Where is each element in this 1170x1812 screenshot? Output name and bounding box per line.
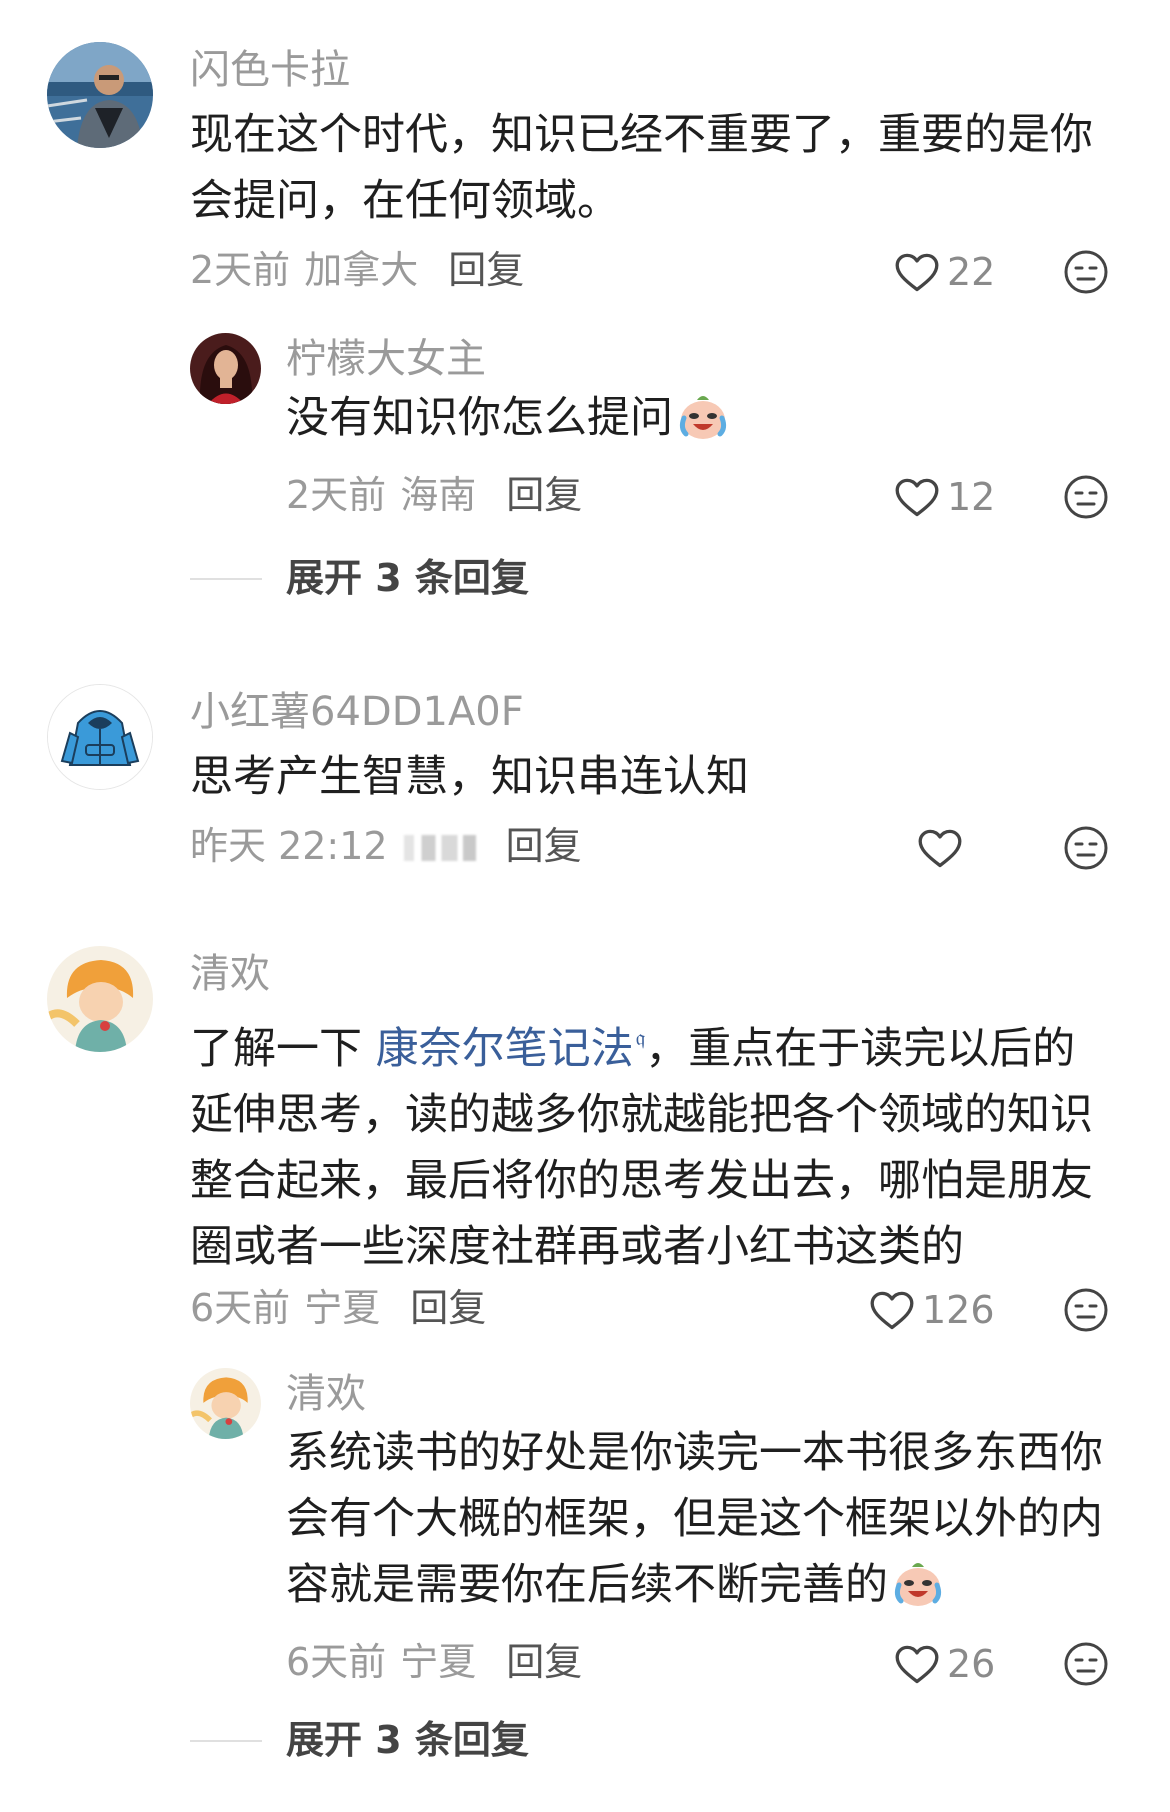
- heart-icon: [895, 478, 939, 518]
- comment-line: 会有个大概的框架，但是这个框架以外的内: [286, 1494, 1103, 1544]
- little-prince-avatar[interactable]: [190, 1368, 261, 1439]
- heart-icon: [870, 1291, 914, 1331]
- comment-line: ，重点在于读完以后的: [645, 1024, 1076, 1074]
- dislike-face-icon[interactable]: [1062, 824, 1110, 872]
- like-button[interactable]: 12: [895, 473, 995, 521]
- comment-location: 宁夏: [304, 1286, 381, 1330]
- divider: [190, 1740, 262, 1742]
- hoodie-avatar-icon[interactable]: [47, 684, 153, 790]
- commenter-name[interactable]: 小红薯64DD1A0F: [190, 688, 524, 736]
- comment-time: 6天前: [286, 1640, 387, 1684]
- comment-location: 海南: [400, 473, 477, 517]
- dislike-face-icon[interactable]: [1062, 473, 1110, 521]
- like-count: 12: [947, 475, 996, 519]
- comment-location: 宁夏: [400, 1640, 477, 1684]
- reply-button[interactable]: 回复: [448, 248, 524, 292]
- dislike-face-icon[interactable]: [1062, 1640, 1110, 1688]
- like-count: 126: [922, 1288, 995, 1332]
- comment-time: 2天前: [190, 248, 291, 292]
- comment-line: 延伸思考，读的越多你就越能把各个领域的知识: [190, 1090, 1093, 1140]
- comment-time: 6天前: [190, 1286, 291, 1330]
- comment-line: 没有知识你怎么提问: [286, 393, 673, 443]
- comment-time: 2天前: [286, 473, 387, 517]
- reply-button[interactable]: 回复: [506, 473, 582, 517]
- crying-laugh-emoji-icon: [892, 1557, 944, 1609]
- user-photo-avatar[interactable]: [47, 42, 153, 148]
- comment-text: 系统读书的好处是你读完一本书很多东西你 会有个大概的框架，但是这个框架以外的内 …: [286, 1420, 1103, 1618]
- comment-line: 容就是需要你在后续不断完善的: [286, 1560, 888, 1610]
- expand-replies-button[interactable]: 展开 3 条回复: [190, 1716, 790, 1764]
- dislike-face-icon[interactable]: [1062, 248, 1110, 296]
- comment-location: 加拿大: [304, 248, 419, 292]
- commenter-name[interactable]: 柠檬大女主: [286, 335, 486, 383]
- comment-text: 了解一下 康奈尔笔记法𝔮，重点在于读完以后的 延伸思考，读的越多你就越能把各个领…: [190, 1006, 1093, 1280]
- topic-link[interactable]: 康奈尔笔记法: [376, 1024, 634, 1074]
- comment-meta: 6天前 宁夏 回复: [286, 1638, 582, 1686]
- like-count: 22: [947, 250, 996, 294]
- heart-icon: [895, 1645, 939, 1685]
- comment-text: 思考产生智慧，知识串连认知: [190, 744, 749, 810]
- reply-button[interactable]: 回复: [506, 1640, 582, 1684]
- like-button[interactable]: [918, 824, 970, 872]
- like-count: 26: [947, 1642, 996, 1686]
- comment-line: 思考产生智慧，知识串连认知: [190, 752, 749, 802]
- commenter-name[interactable]: 闪色卡拉: [190, 46, 350, 94]
- like-button[interactable]: 126: [870, 1286, 995, 1334]
- comment-thread: 闪色卡拉 现在这个时代，知识已经不重要了，重要的是你 会提问，在任何领域。 2天…: [0, 0, 1170, 1812]
- heart-icon: [895, 253, 939, 293]
- reply-button[interactable]: 回复: [506, 824, 582, 868]
- comment-line: 现在这个时代，知识已经不重要了，重要的是你: [190, 110, 1093, 160]
- blurred-location: [403, 835, 476, 861]
- comment-line: 整合起来，最后将你的思考发出去，哪怕是朋友: [190, 1156, 1093, 1206]
- comment-meta: 昨天 22:12 回复: [190, 822, 582, 870]
- user-photo-avatar[interactable]: [190, 333, 261, 404]
- dislike-face-icon[interactable]: [1062, 1286, 1110, 1334]
- commenter-name[interactable]: 清欢: [190, 950, 270, 998]
- expand-replies-button[interactable]: 展开 3 条回复: [190, 554, 790, 602]
- comment-text: 没有知识你怎么提问: [286, 385, 729, 451]
- comment-text: 现在这个时代，知识已经不重要了，重要的是你 会提问，在任何领域。: [190, 102, 1093, 234]
- heart-icon: [918, 829, 962, 869]
- like-button[interactable]: 22: [895, 248, 995, 296]
- like-button[interactable]: 26: [895, 1640, 995, 1688]
- expand-replies-label: 展开 3 条回复: [286, 556, 529, 600]
- comment-line: 圈或者一些深度社群再或者小红书这类的: [190, 1222, 964, 1272]
- little-prince-avatar[interactable]: [47, 946, 153, 1052]
- comment-meta: 2天前 海南 回复: [286, 471, 582, 519]
- comment-line: 系统读书的好处是你读完一本书很多东西你: [286, 1428, 1103, 1478]
- comment-line: 会提问，在任何领域。: [190, 176, 620, 226]
- divider: [190, 578, 262, 580]
- comment-meta: 2天前 加拿大 回复: [190, 246, 524, 294]
- comment-time: 昨天 22:12: [190, 824, 388, 868]
- expand-replies-label: 展开 3 条回复: [286, 1718, 529, 1762]
- search-icon[interactable]: 𝔮: [636, 1026, 646, 1051]
- reply-button[interactable]: 回复: [410, 1286, 486, 1330]
- comment-meta: 6天前 宁夏 回复: [190, 1284, 486, 1332]
- comment-line: 了解一下: [190, 1024, 376, 1074]
- crying-laugh-emoji-icon: [677, 390, 729, 442]
- commenter-name[interactable]: 清欢: [286, 1370, 366, 1418]
